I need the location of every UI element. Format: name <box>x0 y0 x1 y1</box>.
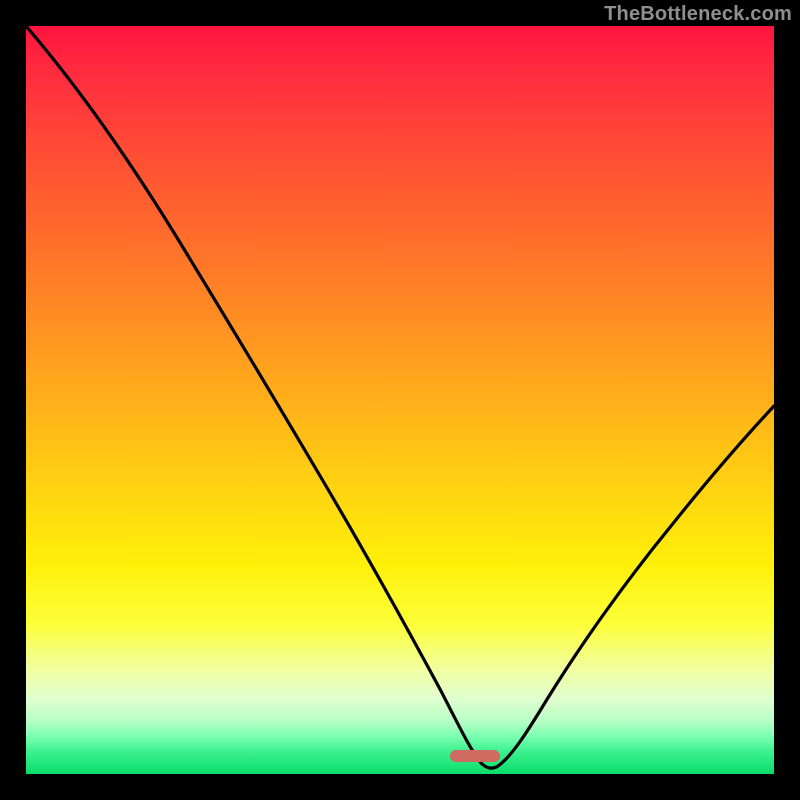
optimum-marker <box>450 750 500 762</box>
watermark-text: TheBottleneck.com <box>604 3 792 26</box>
plot-area <box>26 26 774 774</box>
bottleneck-curve <box>26 26 774 768</box>
chart-container: TheBottleneck.com <box>0 0 800 800</box>
curve-svg <box>26 26 774 774</box>
